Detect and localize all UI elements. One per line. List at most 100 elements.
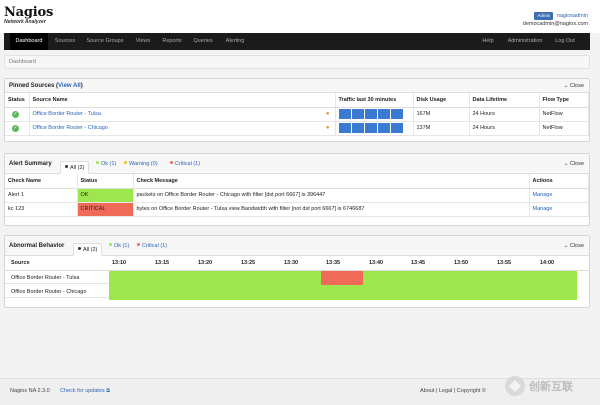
dot-icon — [137, 243, 140, 247]
source-link[interactable]: Office Border Router - Tulsa — [33, 111, 101, 117]
tab-ok[interactable]: Ok (1) — [109, 239, 129, 253]
logo-text: Nagios — [4, 5, 54, 20]
breadcrumb: Dashboard — [4, 55, 590, 69]
username-link[interactable]: nagiosadmin — [557, 13, 588, 19]
abnormal-title: Abnormal Behavior — [9, 243, 65, 249]
traffic-sparkline[interactable] — [335, 107, 414, 122]
user-menu: Admin nagiosadmin democadmin@nagios.com — [523, 12, 588, 28]
logo-subtitle: Network Analyzer — [4, 19, 46, 25]
pin-star-icon[interactable]: ● — [326, 125, 330, 131]
watermark-text: 创新互联 — [528, 379, 573, 393]
tab-critical[interactable]: Critical (1) — [137, 239, 167, 253]
pinned-sources-panel: Pinned Sources (View All) ⌄ Close Status… — [4, 78, 590, 142]
external-link-icon: ⧉ — [106, 388, 111, 394]
time-tick: 13:10 — [112, 260, 127, 266]
flow-type: NetFlow — [539, 107, 589, 122]
time-tick: 13:15 — [155, 260, 170, 266]
pinned-sources-table: Status Source Name Traffic last 30 minut… — [5, 93, 589, 136]
pinned-sources-title: Pinned Sources — [9, 83, 55, 89]
dot-icon — [96, 161, 99, 165]
tab-warning[interactable]: Warning (0) — [124, 157, 158, 171]
source-link[interactable]: Office Border Router - Chicago — [33, 125, 108, 131]
alert-summary-panel: Alert Summary All (2) Ok (1) Warning (0)… — [4, 153, 590, 226]
nav-queries[interactable]: Queries — [189, 33, 217, 50]
nav-reports[interactable]: Reports — [158, 33, 186, 50]
nav-sources[interactable]: Sources — [52, 33, 78, 50]
user-email: democadmin@nagios.com — [522, 21, 588, 27]
col-status: Status — [77, 174, 134, 189]
version-text: Nagios NA 2.3.0 — [10, 388, 50, 394]
abnormal-row-label: Office Border Router - Tulsa — [5, 272, 109, 284]
table-header-row: Status Source Name Traffic last 30 minut… — [5, 93, 589, 108]
col-data-lifetime: Data Lifetime — [469, 93, 540, 108]
table-row: ✓ Office Border Router - Chicago ● 137M 2… — [5, 121, 589, 136]
nav-views[interactable]: Views — [131, 33, 155, 50]
alert-table: Check Name Status Check Message Actions … — [5, 174, 589, 217]
dot-icon — [78, 247, 81, 251]
table-row: Alert 1 OK packets on Office Border Rout… — [5, 188, 589, 203]
time-tick: 13:50 — [454, 260, 469, 266]
chevron-down-icon: ⌄ — [563, 243, 569, 249]
dot-icon — [170, 161, 173, 165]
time-tick: 14:00 — [540, 260, 555, 266]
app-header: Nagios Network Analyzer Admin nagiosadmi… — [0, 0, 600, 33]
dot-icon — [109, 243, 112, 247]
main-nav: Dashboard Sources Source Groups Views Re… — [4, 33, 590, 50]
flow-type: NetFlow — [539, 121, 589, 136]
ok-check-icon: ✓ — [12, 124, 19, 132]
chevron-down-icon: ⌄ — [563, 83, 569, 89]
table-row: kc 123 CRITICAL bytes on Office Border R… — [5, 202, 589, 217]
nav-administration[interactable]: Administration — [504, 33, 546, 50]
abnormal-close-button[interactable]: ⌄ Close — [564, 236, 584, 256]
nav-source-groups[interactable]: Source Groups — [82, 33, 128, 50]
alerts-close-button[interactable]: ⌄ Close — [564, 154, 584, 174]
col-disk-usage: Disk Usage — [413, 93, 470, 108]
col-check-name: Check Name — [5, 174, 78, 189]
time-tick: 13:35 — [326, 260, 341, 266]
check-message: packets on Office Border Router - Chicag… — [133, 188, 530, 203]
dot-icon — [65, 165, 68, 169]
data-lifetime: 24 Hours — [469, 121, 540, 136]
col-actions: Actions — [529, 174, 589, 189]
abnormal-row-label: Office Border Router - Chicago — [5, 286, 109, 298]
disk-usage: 137M — [413, 121, 470, 136]
footer-links[interactable]: About | Legal | Copyright © — [420, 388, 486, 394]
manage-link[interactable]: Manage — [533, 206, 553, 212]
pinned-sources-header: Pinned Sources (View All) ⌄ Close — [5, 79, 589, 93]
watermark-logo: 创新互联 — [505, 376, 573, 396]
tab-critical[interactable]: Critical (1) — [170, 157, 200, 171]
view-all-link[interactable]: View All — [58, 83, 81, 89]
check-updates-link[interactable]: Check for updates ⧉ — [60, 388, 110, 395]
time-tick: 13:20 — [198, 260, 213, 266]
nav-dashboard[interactable]: Dashboard — [10, 33, 48, 50]
pinned-close-button[interactable]: ⌄ Close — [564, 79, 584, 93]
table-header-row: Check Name Status Check Message Actions — [5, 174, 589, 189]
nav-help[interactable]: Help — [478, 33, 498, 50]
time-tick: 13:40 — [369, 260, 384, 266]
chevron-down-icon: ⌄ — [563, 161, 569, 167]
check-name: kc 123 — [5, 202, 78, 217]
table-row: ✓ Office Border Router - Tulsa ● 167M 24 … — [5, 107, 589, 122]
check-name: Alert 1 — [5, 188, 78, 203]
col-source-name: Source Name — [29, 93, 336, 108]
critical-cell[interactable] — [321, 271, 363, 285]
nagios-logo[interactable]: Nagios Network Analyzer — [4, 6, 53, 25]
col-check-message: Check Message — [133, 174, 530, 189]
col-flow-type: Flow Type — [539, 93, 589, 108]
tab-all[interactable]: All (2) — [60, 161, 90, 174]
tab-all[interactable]: All (2) — [73, 243, 103, 256]
abnormal-header: Abnormal Behavior All (2) Ok (1) Critica… — [5, 236, 589, 256]
status-badge: OK — [77, 188, 134, 203]
traffic-sparkline[interactable] — [335, 121, 414, 136]
pin-star-icon[interactable]: ● — [326, 111, 330, 117]
manage-link[interactable]: Manage — [533, 192, 553, 198]
abnormal-timeline: Source 13:10 13:15 13:20 13:25 13:30 13:… — [5, 256, 589, 308]
nav-logout[interactable]: Log Out — [552, 33, 578, 50]
check-message: bytes on Office Border Router - Tulsa vi… — [133, 202, 530, 217]
tab-ok[interactable]: Ok (1) — [96, 157, 116, 171]
col-traffic: Traffic last 30 minutes — [335, 93, 414, 108]
alert-summary-header: Alert Summary All (2) Ok (1) Warning (0)… — [5, 154, 589, 174]
nav-alerting[interactable]: Alerting — [220, 33, 250, 50]
source-column-header: Source — [11, 260, 30, 266]
time-tick: 13:30 — [284, 260, 299, 266]
